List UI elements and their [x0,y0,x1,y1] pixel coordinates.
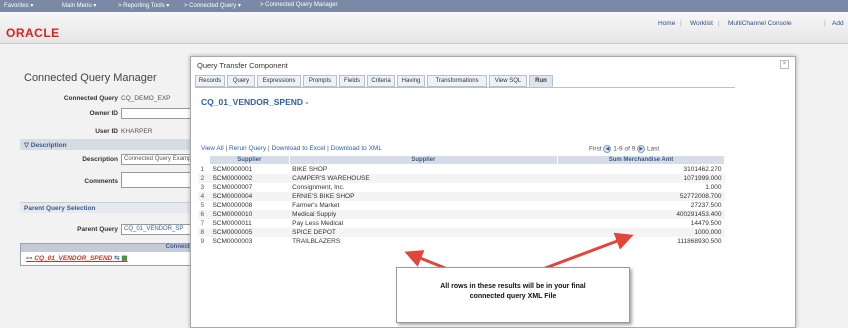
annotation-callout: All rows in these results will be in you… [396,267,630,323]
callout-line-1: All rows in these results will be in you… [440,283,586,290]
callout-line-2: connected query XML File [469,293,557,300]
arrow-right [539,232,634,272]
